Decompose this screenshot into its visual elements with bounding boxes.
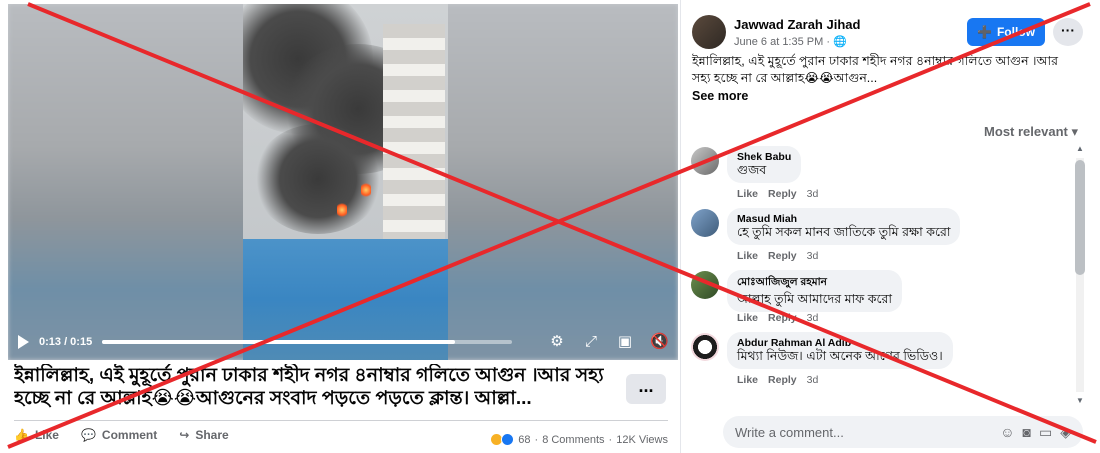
video-progress-fill [102, 340, 455, 344]
share-button[interactable]: ↪ Share [179, 428, 228, 442]
comment-item: মোঃআজিজুল রহমান আল্লাহ তুমি আমাদের মাফ ক… [691, 266, 1071, 328]
gif-icon[interactable]: ▭ [1039, 424, 1052, 441]
post-text: ইন্নালিল্লাহ, এই মুহূর্তে পুরান ঢাকার শহ… [692, 54, 1058, 85]
post-stats: 68 · 8 Comments · 12K Views [490, 433, 668, 446]
commenter-name[interactable]: Shek Babu [737, 151, 791, 163]
comment-label: Comment [101, 428, 158, 442]
comment-sort-dropdown[interactable]: Most relevant ▾ [984, 124, 1078, 140]
comment-meta: Like Reply 3d [737, 188, 818, 200]
comment-age[interactable]: 3d [807, 250, 819, 262]
post-caption: ইন্নালিল্লাহ, এই মুহূর্তে পুরান ঢাকার শহ… [14, 365, 604, 409]
author-avatar[interactable] [692, 15, 726, 49]
comments-scrollbar[interactable]: ▲ ▼ [1074, 140, 1086, 410]
comment-text: হে তুমি সকল মানব জাতিকে তুমি রক্ষা করো [737, 225, 951, 239]
comment-count[interactable]: 8 Comments [542, 434, 604, 446]
reaction-count[interactable]: 68 [518, 434, 530, 446]
comment-text: আল্লাহ তুমি আমাদের মাফ করো [737, 292, 893, 306]
post-actions: 👍 Like 💬 Comment ↪ Share [14, 428, 229, 442]
play-icon[interactable] [18, 335, 29, 349]
comment-item: Abdur Rahman Al Adib মিথ্যা নিউজ। এটা অন… [691, 328, 1071, 390]
video-time: 0:13 / 0:15 [39, 336, 93, 348]
author-name[interactable]: Jawwad Zarah Jihad [734, 17, 860, 32]
comment-reply-button[interactable]: Reply [768, 188, 797, 200]
video-player[interactable]: 0:13 / 0:15 ⚙ ⤢ ▣ 🔇 [8, 4, 678, 360]
more-options-button[interactable]: ... [626, 374, 666, 404]
comment-text: গুজব [737, 163, 767, 177]
comment-bubble: Masud Miah হে তুমি সকল মানব জাতিকে তুমি … [727, 208, 961, 245]
smoke-cloud [253, 124, 383, 234]
divider [14, 420, 668, 421]
commenter-name[interactable]: মোঃআজিজুল রহমান [737, 275, 892, 292]
comment-icon: 💬 [80, 428, 96, 442]
like-label: Like [34, 428, 59, 442]
share-icon: ↪ [179, 428, 190, 442]
post-menu-button[interactable]: ··· [1053, 18, 1083, 46]
commenter-name[interactable]: Masud Miah [737, 213, 950, 225]
video-controls: 0:13 / 0:15 ⚙ ⤢ ▣ 🔇 [8, 324, 678, 360]
comment-like-button[interactable]: Like [737, 250, 758, 262]
comment-like-button[interactable]: Like [737, 312, 758, 324]
follow-label: Follow [996, 25, 1035, 39]
video-frame [243, 4, 448, 360]
see-more-link[interactable]: See more [692, 89, 748, 103]
share-label: Share [195, 428, 229, 442]
fire-flame [361, 182, 371, 198]
comment-text: মিথ্যা নিউজ। এটা অনেক আগের ভিডিও। [737, 349, 943, 363]
comment-reply-button[interactable]: Reply [768, 250, 797, 262]
commenter-avatar[interactable] [691, 147, 719, 175]
comment-reply-button[interactable]: Reply [768, 374, 797, 386]
view-count: 12K Views [616, 433, 668, 446]
comment-reply-button[interactable]: Reply [768, 312, 797, 324]
scroll-down-arrow-icon[interactable]: ▼ [1075, 396, 1085, 406]
follow-button[interactable]: ➕ Follow [967, 18, 1045, 46]
comments-panel: Jawwad Zarah Jihad June 6 at 1:35 PM · 🌐… [680, 0, 1100, 453]
comment-bubble: Abdur Rahman Al Adib মিথ্যা নিউজ। এটা অন… [727, 332, 953, 369]
picture-in-picture-icon[interactable]: ▣ [616, 333, 634, 351]
settings-icon[interactable]: ⚙ [548, 333, 566, 351]
stats-separator: · [534, 433, 539, 446]
follow-icon: ➕ [977, 25, 992, 39]
thumbs-up-icon: 👍 [14, 428, 29, 442]
post-timestamp[interactable]: June 6 at 1:35 PM · 🌐 [734, 35, 847, 48]
fire-flame [337, 202, 347, 218]
comment-button[interactable]: 💬 Comment [81, 428, 157, 442]
comment-age[interactable]: 3d [807, 374, 819, 386]
comment-bubble: Shek Babu গুজব [727, 146, 802, 183]
write-comment-placeholder: Write a comment... [735, 424, 844, 440]
comment-age[interactable]: 3d [807, 312, 819, 324]
write-comment-input[interactable]: Write a comment... ☺ ◙ ▭ ◈ [723, 416, 1083, 448]
fullscreen-icon[interactable]: ⤢ [582, 333, 600, 351]
stats-separator: · [608, 433, 613, 446]
scrollbar-thumb[interactable] [1075, 160, 1085, 275]
camera-icon[interactable]: ◙ [1023, 424, 1031, 441]
sticker-icon[interactable]: ◈ [1060, 424, 1071, 441]
comment-meta: Like Reply 3d [737, 250, 818, 262]
emoji-icon[interactable]: ☺ [1000, 424, 1014, 441]
comment-meta: Like Reply 3d [737, 374, 818, 386]
volume-muted-icon[interactable]: 🔇 [650, 333, 669, 351]
commenter-name[interactable]: Abdur Rahman Al Adib [737, 337, 943, 349]
comment-item: Masud Miah হে তুমি সকল মানব জাতিকে তুমি … [691, 204, 1071, 266]
comment-bubble: মোঃআজিজুল রহমান আল্লাহ তুমি আমাদের মাফ ক… [727, 270, 903, 312]
commenter-avatar[interactable] [691, 209, 719, 237]
scroll-up-arrow-icon[interactable]: ▲ [1075, 144, 1085, 154]
comment-age[interactable]: 3d [807, 188, 819, 200]
comment-meta: Like Reply 3d [737, 312, 818, 324]
comment-list: Shek Babu গুজব Like Reply 3d Masud Miah … [691, 142, 1071, 412]
post-media-column: 0:13 / 0:15 ⚙ ⤢ ▣ 🔇 ইন্নালিল্লাহ, এই মুহ… [0, 0, 680, 453]
comment-item: Shek Babu গুজব Like Reply 3d [691, 142, 1071, 204]
comment-input-icons: ☺ ◙ ▭ ◈ [1000, 424, 1071, 441]
commenter-avatar[interactable] [691, 333, 719, 361]
comment-like-button[interactable]: Like [737, 374, 758, 386]
commenter-avatar[interactable] [691, 271, 719, 299]
like-button[interactable]: 👍 Like [14, 428, 59, 442]
video-progress-bar[interactable] [102, 340, 512, 344]
comment-like-button[interactable]: Like [737, 188, 758, 200]
like-reaction-icon [501, 433, 515, 446]
